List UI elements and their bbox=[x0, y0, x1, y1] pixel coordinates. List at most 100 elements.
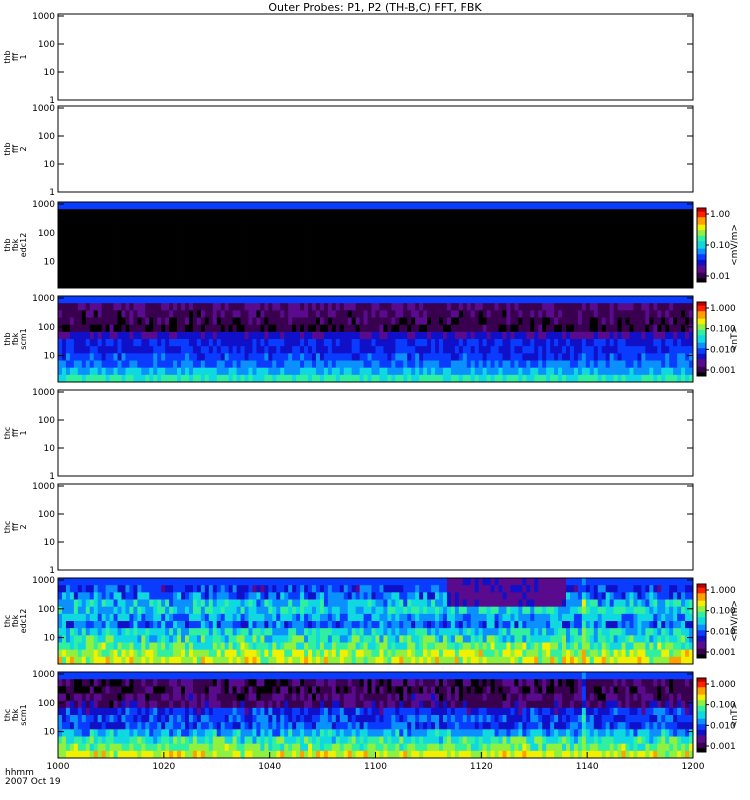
heatmap-cell bbox=[181, 353, 186, 361]
heatmap-cell bbox=[502, 360, 507, 369]
heatmap-cell bbox=[522, 245, 527, 253]
heatmap-cell bbox=[641, 339, 646, 347]
heatmap-cell bbox=[212, 216, 218, 224]
heatmap-cell bbox=[85, 324, 91, 333]
heatmap-cell bbox=[355, 266, 361, 275]
heatmap-cell bbox=[335, 324, 341, 333]
heatmap-cell bbox=[518, 324, 523, 333]
heatmap-cell bbox=[629, 303, 634, 311]
heatmap-cell bbox=[181, 635, 186, 643]
heatmap-cell bbox=[196, 374, 202, 383]
heatmap-cell bbox=[296, 606, 301, 615]
heatmap-cell bbox=[319, 592, 325, 600]
heatmap-cell bbox=[248, 374, 253, 383]
heatmap-cell bbox=[585, 339, 591, 347]
heatmap-cell bbox=[351, 331, 357, 340]
heatmap-cell bbox=[474, 339, 480, 347]
heatmap-cell bbox=[65, 599, 71, 608]
heatmap-cell bbox=[216, 259, 222, 267]
heatmap-cell bbox=[58, 245, 63, 253]
heatmap-cell bbox=[228, 642, 234, 651]
heatmap-cell bbox=[419, 252, 424, 260]
heatmap-cell bbox=[470, 202, 476, 210]
heatmap-cell bbox=[97, 642, 103, 651]
heatmap-cell bbox=[200, 237, 206, 246]
heatmap-cell bbox=[558, 374, 563, 383]
heatmap-cell bbox=[331, 599, 337, 608]
heatmap-cell bbox=[681, 303, 686, 311]
heatmap-cell bbox=[177, 259, 182, 267]
heatmap-cell bbox=[280, 621, 285, 629]
heatmap-cell bbox=[125, 317, 130, 326]
heatmap-cell bbox=[264, 252, 269, 260]
heatmap-cell bbox=[387, 237, 392, 246]
heatmap-cell bbox=[192, 216, 198, 224]
heatmap-cell bbox=[613, 266, 618, 275]
heatmap-cell bbox=[181, 360, 186, 369]
heatmap-cell bbox=[510, 310, 515, 318]
heatmap-cell bbox=[327, 273, 333, 282]
heatmap-cell bbox=[89, 635, 95, 643]
heatmap-cell bbox=[367, 273, 372, 282]
heatmap-cell bbox=[157, 273, 162, 282]
heatmap-cell bbox=[188, 621, 194, 629]
heatmap-cell bbox=[145, 367, 150, 376]
panel-label: thbfbkedc12 bbox=[3, 233, 28, 258]
heatmap-cell bbox=[431, 360, 436, 369]
heatmap-cell bbox=[300, 578, 305, 586]
heatmap-cell bbox=[653, 353, 658, 361]
heatmap-cell bbox=[446, 310, 452, 318]
heatmap-cell bbox=[331, 360, 337, 369]
heatmap-cell bbox=[109, 656, 114, 665]
heatmap-cell bbox=[58, 324, 63, 333]
heatmap-cell bbox=[331, 237, 337, 246]
heatmap-cell bbox=[165, 266, 170, 275]
heatmap-cell bbox=[550, 353, 555, 361]
heatmap-cell bbox=[514, 237, 519, 246]
heatmap-cell bbox=[252, 606, 257, 615]
heatmap-cell bbox=[101, 346, 107, 354]
heatmap-cell bbox=[677, 280, 682, 289]
heatmap-cell bbox=[173, 317, 178, 326]
heatmap-cell bbox=[204, 266, 210, 275]
heatmap-cell bbox=[562, 209, 567, 217]
heatmap-cell bbox=[200, 252, 206, 260]
heatmap-cell bbox=[196, 237, 202, 246]
heatmap-cell bbox=[538, 360, 543, 369]
heatmap-cell bbox=[133, 374, 138, 383]
heatmap-cell bbox=[276, 339, 281, 347]
heatmap-cell bbox=[669, 310, 674, 318]
heatmap-cell bbox=[494, 259, 499, 267]
heatmap-cell bbox=[181, 621, 186, 629]
heatmap-cell bbox=[331, 202, 337, 210]
heatmap-cell bbox=[331, 628, 337, 636]
heatmap-cell bbox=[308, 374, 313, 383]
heatmap-cell bbox=[609, 216, 615, 224]
heatmap-cell bbox=[347, 273, 353, 282]
heatmap-cell bbox=[315, 280, 321, 289]
heatmap-cell bbox=[585, 259, 591, 267]
heatmap-cell bbox=[89, 606, 95, 615]
heatmap-cell bbox=[204, 592, 210, 600]
heatmap-cell bbox=[236, 599, 241, 608]
heatmap-cell bbox=[296, 296, 301, 304]
heatmap-cell bbox=[73, 259, 79, 267]
heatmap-cell bbox=[526, 209, 531, 217]
heatmap-cell bbox=[65, 339, 71, 347]
heatmap-cell bbox=[228, 656, 234, 665]
heatmap-cell bbox=[403, 367, 408, 376]
heatmap-cell bbox=[153, 585, 158, 593]
heatmap-cell bbox=[300, 303, 305, 311]
heatmap-cell bbox=[58, 303, 63, 311]
heatmap-cell bbox=[300, 266, 305, 275]
heatmap-cell bbox=[645, 237, 650, 246]
heatmap-cell bbox=[347, 280, 353, 289]
heatmap-cell bbox=[153, 273, 158, 282]
heatmap-cell bbox=[605, 310, 611, 318]
heatmap-cell bbox=[236, 324, 241, 333]
heatmap-cell bbox=[89, 656, 95, 665]
heatmap-cell bbox=[609, 374, 615, 383]
heatmap-cell bbox=[220, 599, 226, 608]
heatmap-cell bbox=[85, 223, 91, 232]
heatmap-cell bbox=[145, 374, 150, 383]
